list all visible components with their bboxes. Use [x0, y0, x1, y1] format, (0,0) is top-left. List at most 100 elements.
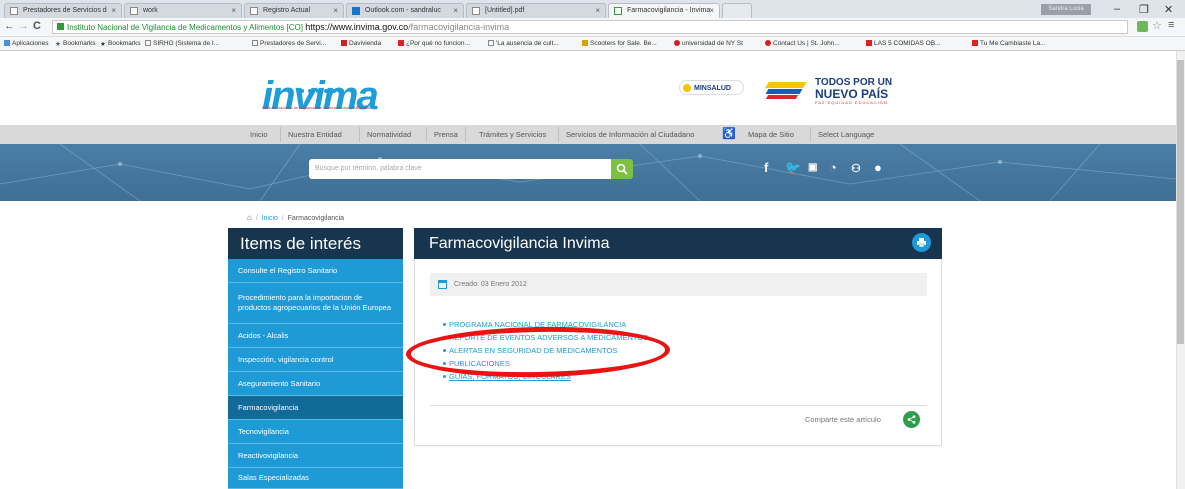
menu-servicios-informacion[interactable]: Servicios de Información al Ciudadano: [566, 130, 694, 139]
print-icon: [917, 238, 926, 248]
bookmark-item[interactable]: LAS 5 COMIDAS OB...: [866, 40, 940, 47]
sidebar-item-farmacovigilancia[interactable]: Farmacovigilancia: [228, 396, 403, 420]
youtube-icon: [398, 40, 404, 46]
browser-tab[interactable]: work ×: [124, 3, 242, 18]
close-tab-icon[interactable]: ×: [111, 6, 116, 15]
bookmark-item[interactable]: universidad de NY St: [674, 40, 743, 47]
bookmark-item[interactable]: Tu Me Cambiaste La...: [972, 40, 1046, 47]
page-title: Farmacovigilancia Invima: [414, 228, 942, 259]
sidebar-item-aseguramiento[interactable]: Aseguramiento Sanitario: [228, 372, 403, 396]
bookmark-item[interactable]: Scooters for Sale. Be...: [582, 40, 657, 47]
browser-tab[interactable]: Outlook.com - sandraluc ×: [346, 3, 464, 18]
bookmark-apps[interactable]: Aplicaciones: [4, 40, 49, 47]
bookmark-item[interactable]: ¿Por qué no funcion...: [398, 40, 470, 47]
menu-nuestra-entidad[interactable]: Nuestra Entidad: [288, 130, 342, 139]
user-chip[interactable]: Sandra Lucia: [1041, 4, 1091, 15]
bookmark-item[interactable]: SIRHO (Sistema de I...: [145, 40, 219, 47]
browser-tab[interactable]: Registro Actual ×: [244, 3, 344, 18]
sidebar-item-registro-sanitario[interactable]: Consulte el Registro Sanitario: [228, 259, 403, 283]
page-icon: [10, 7, 18, 15]
menu-tramites-y-servicios[interactable]: Trámites y Servicios: [479, 130, 546, 139]
star-icon: ★: [55, 41, 61, 48]
close-tab-icon[interactable]: ×: [333, 6, 338, 15]
minimize-icon[interactable]: –: [1114, 3, 1120, 15]
new-tab-button[interactable]: [722, 3, 752, 18]
youtube-icon: [866, 40, 872, 46]
facebook-icon[interactable]: f: [764, 160, 768, 175]
sidebar-item-tecnovigilancia[interactable]: Tecnovigilancia: [228, 420, 403, 444]
outlook-icon: [352, 7, 360, 15]
bookmark-item[interactable]: Prestadores de Servi...: [252, 40, 326, 47]
davivienda-icon: [341, 40, 347, 46]
bookmark-item[interactable]: Davivienda: [341, 40, 381, 47]
todos-logo-text: TODOS POR UN NUEVO PAÍS: [815, 77, 893, 101]
bookmark-item[interactable]: ★ Bookmarks: [100, 40, 141, 48]
page-icon: [130, 7, 138, 15]
menu-select-language[interactable]: Select Language: [818, 130, 874, 139]
menu-inicio[interactable]: Inicio: [250, 130, 268, 139]
rss-icon[interactable]: ◔: [829, 160, 837, 175]
share-button[interactable]: [903, 411, 920, 428]
browser-tab-active[interactable]: Farmacovigilancia - Invima ×: [608, 3, 720, 18]
print-button[interactable]: [912, 233, 931, 252]
bookmark-item[interactable]: Contact Us | St. John...: [765, 40, 840, 47]
close-tab-icon[interactable]: ×: [231, 6, 236, 15]
logo-dots: [300, 80, 370, 93]
main-menu: Inicio Nuestra Entidad Normatividad Pren…: [0, 125, 1176, 144]
breadcrumb-current: Farmacovigilancia: [287, 215, 345, 222]
star-icon: ★: [100, 41, 106, 48]
sidebar-item-inspeccion[interactable]: Inspección, vigilancia control: [228, 348, 403, 372]
browser-menu-icon[interactable]: ≡: [1168, 19, 1174, 31]
site-header: [0, 51, 1176, 125]
todos-logo-subtext: PAZ EQUIDAD EDUCACIÓN: [815, 100, 888, 105]
sidebar-item-importacion[interactable]: Procedimiento para la importacion de pro…: [228, 283, 403, 324]
home-icon[interactable]: ⌂: [247, 213, 252, 222]
search-input[interactable]: Busque por término, palabra clave: [309, 159, 611, 179]
bookmark-item[interactable]: 'La ausencia de cult...: [488, 40, 559, 47]
search-button[interactable]: [611, 159, 633, 179]
extension-icon[interactable]: [1137, 21, 1148, 32]
twitter-icon[interactable]: 🐦: [785, 160, 801, 176]
chat-icon[interactable]: ●: [874, 160, 882, 175]
bookmark-star-icon[interactable]: ☆: [1152, 19, 1162, 32]
youtube-icon[interactable]: ▣: [808, 162, 817, 173]
share-icon: [907, 415, 916, 424]
bookmark-item[interactable]: ★ Bookmarks: [55, 40, 96, 48]
url-input[interactable]: Instituto Nacional de Vigilancia de Medi…: [52, 20, 1128, 34]
close-window-icon[interactable]: ✕: [1164, 3, 1173, 16]
apps-icon: [4, 40, 10, 46]
minsalud-logo[interactable]: MINSALUD: [679, 80, 744, 95]
close-tab-icon[interactable]: ×: [453, 6, 458, 15]
lock-icon: [57, 23, 64, 30]
close-tab-icon[interactable]: ×: [709, 6, 714, 15]
reload-icon[interactable]: C: [33, 20, 41, 32]
divider: [430, 405, 927, 406]
sidebar-item-salas-especializadas[interactable]: Salas Especializadas: [228, 468, 403, 489]
calendar-icon: [438, 280, 447, 289]
menu-prensa[interactable]: Prensa: [434, 130, 458, 139]
university-icon: [765, 40, 771, 46]
search-icon: [616, 163, 628, 175]
breadcrumb-inicio[interactable]: Inicio: [262, 215, 278, 222]
forward-icon[interactable]: →: [18, 20, 29, 32]
community-icon[interactable]: ⚇: [851, 162, 861, 175]
page-icon: [488, 40, 494, 46]
sidebar-title: Items de interés: [228, 228, 403, 259]
share-label: Comparte este artículo: [805, 415, 881, 424]
bookmarks-bar: Aplicaciones ★ Bookmarks ★ Bookmarks SIRHO…: [0, 37, 1185, 51]
browser-tab[interactable]: [Untitled].pdf ×: [466, 3, 606, 18]
sidebar-item-acidos-alcalis[interactable]: Acidos - Alcalis: [228, 324, 403, 348]
maximize-icon[interactable]: ❐: [1139, 3, 1149, 16]
menu-normatividad[interactable]: Normatividad: [367, 130, 411, 139]
scooters-icon: [582, 40, 588, 46]
browser-tab[interactable]: Prestadores de Servicios d ×: [4, 3, 122, 18]
sidebar-item-reactivovigilancia[interactable]: Reactivovigilancia: [228, 444, 403, 468]
back-icon[interactable]: ←: [4, 20, 15, 32]
close-tab-icon[interactable]: ×: [595, 6, 600, 15]
accessibility-icon[interactable]: ♿: [722, 127, 736, 140]
menu-mapa-de-sitio[interactable]: Mapa de Sitio: [748, 130, 794, 139]
logo-subtitle: Instituto Nacional de Vigilancia de Medi…: [262, 105, 371, 110]
created-date: Creado: 03 Enero 2012: [430, 273, 927, 296]
page-icon: [145, 40, 151, 46]
scrollbar-thumb[interactable]: [1177, 60, 1184, 344]
